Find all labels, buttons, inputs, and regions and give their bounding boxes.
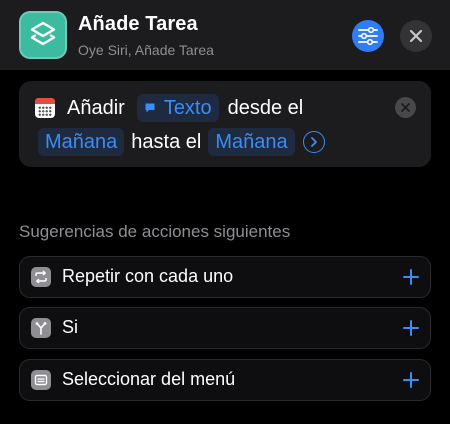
speech-bubble-icon xyxy=(145,103,155,113)
plus-icon[interactable] xyxy=(402,319,420,337)
close-icon xyxy=(409,29,423,43)
header-bar: Añade Tarea Oye Siri, Añade Tarea xyxy=(0,0,450,70)
menu-icon xyxy=(31,370,51,390)
action-verb: Añadir xyxy=(67,96,125,119)
plus-icon[interactable] xyxy=(402,268,420,286)
close-icon xyxy=(401,103,410,112)
expand-button[interactable] xyxy=(302,131,325,153)
repeat-icon xyxy=(31,267,51,287)
text-token[interactable]: Texto xyxy=(136,94,219,122)
remove-action-button[interactable] xyxy=(395,97,416,118)
action-line-2: Mañana hasta el Mañana xyxy=(38,125,325,159)
settings-button[interactable] xyxy=(352,20,384,52)
suggestion-label: Repetir con cada uno xyxy=(62,266,234,286)
suggestion-if[interactable]: Si xyxy=(19,307,431,349)
from-label: desde el xyxy=(227,96,304,119)
start-date-token[interactable]: Mañana xyxy=(38,128,125,156)
plus-icon[interactable] xyxy=(402,371,420,389)
to-label: hasta el xyxy=(131,130,202,153)
shortcut-title[interactable]: Añade Tarea xyxy=(78,13,198,36)
end-date-token[interactable]: Mañana xyxy=(208,128,295,156)
suggestions-title: Sugerencias de acciones siguientes xyxy=(19,222,291,241)
action-card-add-event[interactable]: Añadir Texto desde el Mañana hasta el Ma… xyxy=(19,81,431,167)
shortcuts-icon[interactable] xyxy=(19,11,67,59)
branch-icon xyxy=(31,318,51,338)
shortcut-subtitle: Oye Siri, Añade Tarea xyxy=(78,42,214,58)
suggestion-repeat-each[interactable]: Repetir con cada uno xyxy=(19,256,431,298)
action-line-1: Añadir Texto desde el xyxy=(67,92,303,124)
suggestion-choose-from-menu[interactable]: Seleccionar del menú xyxy=(19,359,431,401)
suggestion-label: Seleccionar del menú xyxy=(62,369,236,389)
sliders-icon xyxy=(358,27,378,45)
calendar-icon xyxy=(35,98,55,118)
suggestion-label: Si xyxy=(62,317,79,337)
chevron-right-icon xyxy=(310,137,317,147)
text-token-label: Texto xyxy=(163,96,212,119)
close-button[interactable] xyxy=(400,20,432,52)
